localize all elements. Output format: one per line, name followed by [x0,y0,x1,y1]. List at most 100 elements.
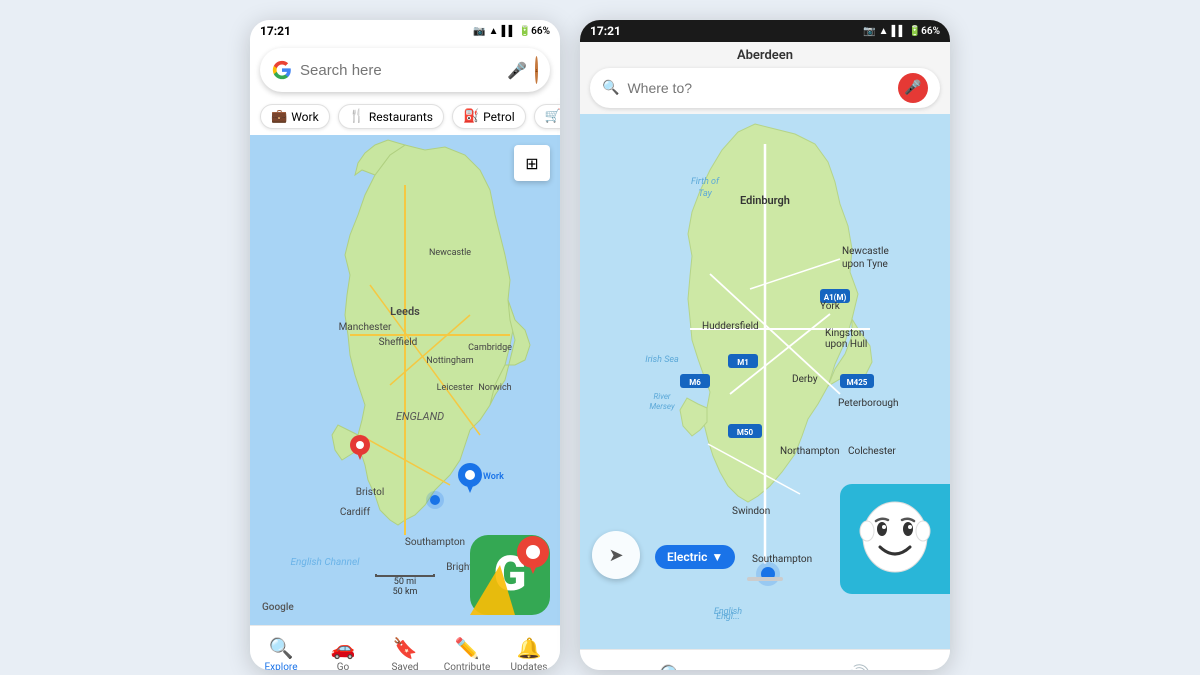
gmaps-logo-icon [272,60,292,80]
svg-text:M1: M1 [737,358,749,367]
nav-updates-label: Updates [511,662,548,670]
mic-icon[interactable]: 🎤 [507,61,527,80]
waze-camera-icon: 📷 [863,26,875,37]
svg-text:Work: Work [483,472,504,482]
grocery-chip-icon: 🛒 [545,109,560,124]
gmaps-status-icons: 📷 ▲ ▌▌ 🔋66% [473,26,550,37]
camera-icon: 📷 [473,26,485,37]
svg-text:Huddersfield: Huddersfield [702,320,759,332]
waze-battery-icon: 🔋66% [909,26,940,37]
gmaps-bottom-nav: 🔍 Explore 🚗 Go 🔖 Saved ✏️ Contribute 🔔 U… [250,625,560,670]
svg-text:Newcastle: Newcastle [429,248,471,258]
svg-text:Mersey: Mersey [649,402,675,411]
svg-text:Southampton: Southampton [405,537,465,548]
chip-restaurants[interactable]: 🍴 Restaurants [338,104,444,129]
svg-text:Firth of: Firth of [691,177,720,187]
nav-contribute-label: Contribute [444,662,491,670]
waze-city-top: Aberdeen [590,48,940,63]
svg-text:Leeds: Leeds [390,305,420,318]
waze-status-icons: 📷 ▲ ▌▌ 🔋66% [863,26,940,37]
svg-text:Irish Sea: Irish Sea [645,355,679,365]
user-avatar[interactable] [535,56,538,84]
nav-explore-label: Explore [265,662,298,670]
layers-icon: ⊞ [525,154,538,173]
svg-text:York: York [820,301,841,312]
svg-text:River: River [653,392,670,401]
svg-text:M50: M50 [737,428,754,437]
saved-icon: 🔖 [393,636,418,660]
gmaps-status-bar: 17:21 📷 ▲ ▌▌ 🔋66% [250,20,560,42]
svg-text:upon Tyne: upon Tyne [842,259,888,270]
svg-text:Manchester: Manchester [339,322,392,333]
waze-map-container[interactable]: M1 M6 A1(M) M425 M50 Edinburgh Newcastle… [580,114,950,649]
waze-mic-button[interactable]: 🎤 [898,73,928,103]
nav-go[interactable]: 🚗 Go [312,626,374,670]
waze-nav-sound[interactable]: 🔊 [765,650,950,670]
waze-mascot-icon [855,499,935,579]
electric-chevron-icon: ▼ [711,550,723,564]
svg-text:Cardiff: Cardiff [340,506,371,518]
scale-text-km: 50 km [375,587,435,597]
waze-status-bar: 17:21 📷 ▲ ▌▌ 🔋66% [580,20,950,42]
chip-petrol[interactable]: ⛽ Petrol [452,104,526,129]
gmaps-map-container[interactable]: Leeds Sheffield Manchester Bristol Cardi… [250,135,560,625]
svg-text:English: English [714,607,742,617]
wifi-icon: ▲ [489,26,499,37]
waze-navigation-button[interactable]: ➤ [592,531,640,579]
waze-phone: 17:21 📷 ▲ ▌▌ 🔋66% Aberdeen 🔍 🎤 [580,20,950,670]
svg-text:Peterborough: Peterborough [838,398,898,409]
chip-grocery[interactable]: 🛒 Groce... [534,104,560,129]
google-logo-text: Google [262,602,294,613]
waze-mic-icon: 🎤 [904,80,921,96]
gmaps-chips-row: 💼 Work 🍴 Restaurants ⛽ Petrol 🛒 Groce... [250,98,560,135]
go-icon: 🚗 [331,636,356,660]
svg-text:Bristol: Bristol [356,487,385,498]
svg-text:Colchester: Colchester [848,446,896,457]
avatar-image [535,56,538,84]
waze-signal-icon: ▌▌ [892,26,906,37]
waze-nav-search[interactable]: 🔍 [580,650,765,670]
waze-search-input[interactable] [627,80,890,96]
google-maps-phone: 17:21 📷 ▲ ▌▌ 🔋66% 🎤 [250,20,560,670]
chip-restaurants-label: Restaurants [369,110,433,124]
waze-sound-icon: 🔊 [844,665,871,671]
chip-work-label: Work [291,110,318,124]
svg-text:Cambridge: Cambridge [468,343,512,353]
chip-work[interactable]: 💼 Work [260,104,330,129]
waze-search-bar[interactable]: 🔍 🎤 [590,68,940,108]
explore-icon: 🔍 [269,636,294,660]
scroll-handle [747,577,783,587]
work-chip-icon: 💼 [271,109,287,124]
electric-badge[interactable]: Electric ▼ [655,545,735,569]
scale-bar: 50 mi 50 km [375,574,435,597]
nav-saved[interactable]: 🔖 Saved [374,626,436,670]
waze-search-icon: 🔍 [602,80,619,96]
svg-text:Sheffield: Sheffield [379,336,418,348]
nav-saved-label: Saved [391,662,418,670]
nav-explore[interactable]: 🔍 Explore [250,626,312,670]
waze-header: Aberdeen 🔍 🎤 [580,42,950,114]
nav-updates[interactable]: 🔔 Updates [498,626,560,670]
waze-bottom-nav: 🔍 🔊 [580,649,950,670]
waze-wifi-icon: ▲ [879,26,889,37]
svg-text:Derby: Derby [792,374,818,385]
contribute-icon: ✏️ [455,636,480,660]
svg-text:Swindon: Swindon [732,506,770,517]
svg-text:Edinburgh: Edinburgh [740,194,790,207]
gmaps-search-bar[interactable]: 🎤 [260,48,550,92]
svg-text:M425: M425 [847,378,868,387]
svg-text:Tay: Tay [698,189,712,199]
navigation-arrow-icon: ➤ [608,545,623,566]
gmaps-search-input[interactable] [300,62,499,79]
svg-text:Leicester: Leicester [437,383,474,393]
waze-search-nav-icon: 🔍 [659,665,686,671]
updates-icon: 🔔 [517,636,542,660]
electric-badge-label: Electric [667,550,707,564]
svg-text:Norwich: Norwich [478,383,511,393]
svg-text:ENGLAND: ENGLAND [396,410,444,423]
svg-text:M6: M6 [689,378,701,387]
waze-time: 17:21 [590,24,621,38]
gmaps-app-logo-overlay: G [465,530,555,620]
nav-contribute[interactable]: ✏️ Contribute [436,626,498,670]
map-layer-button[interactable]: ⊞ [514,145,550,181]
